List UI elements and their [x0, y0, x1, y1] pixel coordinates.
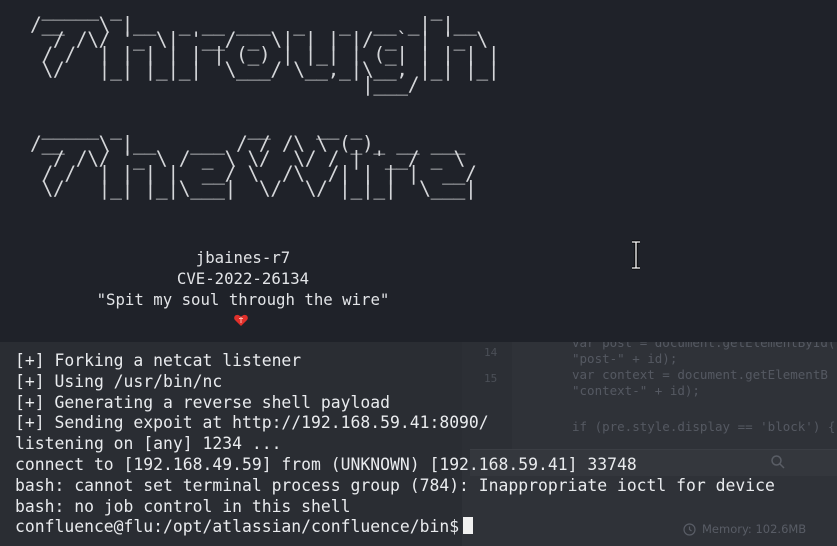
- terminal-line: [+] Generating a reverse shell payload: [15, 392, 390, 412]
- heart-icon: [234, 314, 248, 326]
- banner-the-wire-ascii: _____ _ __ __ _ /__ \ |__ ___ / / /\ \ (…: [30, 117, 477, 200]
- terminal-line: [+] Using /usr/bin/nc: [15, 371, 223, 391]
- shell-prompt: confluence@flu:/opt/atlassian/confluence…: [15, 517, 460, 537]
- terminal-output[interactable]: [+] Forking a netcat listener [+] Using /…: [15, 351, 775, 538]
- banner-author: jbaines-r7: [195, 248, 291, 267]
- text-cursor-icon: [632, 240, 640, 270]
- terminal-line: [+] Sending expoit at http://192.168.59.…: [15, 413, 489, 433]
- terminal-line: connect to [192.168.49.59] from (UNKNOWN…: [15, 454, 637, 474]
- shell-prompt-line[interactable]: confluence@flu:/opt/atlassian/confluence…: [15, 517, 775, 538]
- terminal-line: bash: no job control in this shell: [15, 496, 351, 516]
- terminal-line: [+] Forking a netcat listener: [15, 351, 302, 370]
- terminal-top-pane: _____ _ _ /__ \ |__ _ __ ___ _ _ __ _| |…: [0, 0, 837, 342]
- banner-cve: CVE-2022-26134: [176, 269, 310, 288]
- terminal-line: bash: cannot set terminal process group …: [15, 475, 775, 495]
- terminal-cursor: [463, 517, 474, 535]
- background-code-line: var post = document.getElementById(: [572, 342, 836, 350]
- terminal-line: listening on [any] 1234 ...: [15, 434, 282, 454]
- banner-tagline: "Spit my soul through the wire": [96, 290, 390, 309]
- banner-through-ascii: _____ _ _ /__ \ |__ _ __ ___ _ _ __ _| |…: [30, 0, 500, 96]
